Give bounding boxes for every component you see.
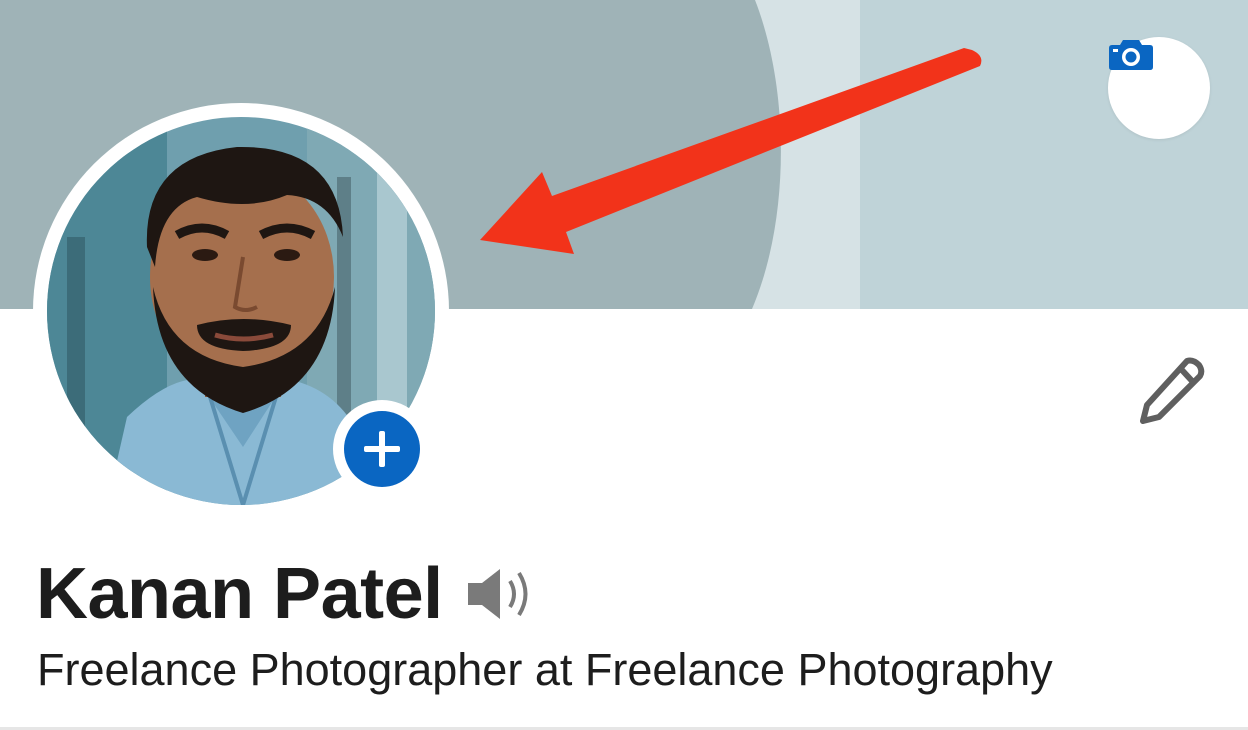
add-photo-circle	[344, 411, 420, 487]
name-row: Kanan Patel	[36, 550, 535, 638]
speaker-icon	[467, 569, 528, 619]
pencil-icon	[1140, 357, 1205, 424]
edit-cover-photo-button[interactable]	[1108, 37, 1210, 139]
edit-intro-button[interactable]	[1130, 348, 1214, 432]
add-profile-photo-button[interactable]	[333, 400, 431, 498]
name-pronunciation-button[interactable]	[463, 562, 535, 626]
profile-headline: Freelance Photographer at Freelance Phot…	[37, 644, 1053, 695]
plus-icon	[364, 431, 400, 467]
camera-icon	[1109, 40, 1153, 70]
profile-name: Kanan Patel	[36, 554, 443, 634]
